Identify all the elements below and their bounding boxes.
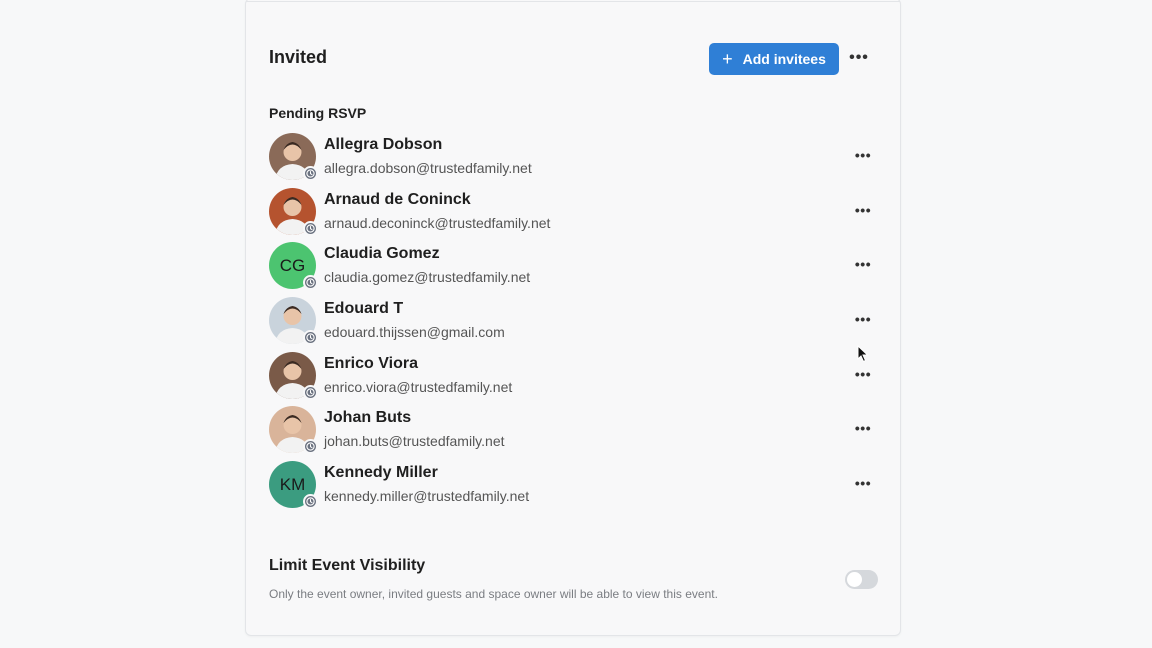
limit-visibility-toggle[interactable] — [845, 570, 878, 589]
clock-icon — [303, 166, 318, 181]
clock-icon — [303, 439, 318, 455]
add-invitees-button[interactable]: + Add invitees — [709, 43, 839, 75]
row-more-options-icon[interactable]: ••• — [853, 366, 873, 382]
invitee-email: claudia.gomez@trustedfamily.net — [324, 269, 531, 286]
invitee-name: Allegra Dobson — [324, 136, 443, 153]
row-more-options-icon[interactable]: ••• — [853, 147, 873, 163]
invitee-row: KM Kennedy Miller kennedy.miller@trustedfa… — [269, 461, 879, 516]
invitee-email: enrico.viora@trustedfamily.net — [324, 378, 513, 395]
invitee-row: Edouard T edouard.thijssen@gmail.com ••• — [269, 297, 879, 352]
toggle-knob — [847, 572, 862, 587]
avatar — [269, 406, 318, 455]
invitee-email: edouard.thijssen@gmail.com — [324, 324, 505, 341]
row-more-options-icon[interactable]: ••• — [853, 475, 873, 491]
avatar: KM — [269, 461, 318, 510]
page-title: Invited — [269, 47, 328, 67]
row-more-options-icon[interactable]: ••• — [853, 202, 873, 218]
pending-rsvp-label: Pending RSVP — [269, 105, 367, 121]
avatar — [269, 351, 318, 400]
invitee-row: CG Claudia Gomez claudia.gomez@trustedfami… — [269, 242, 879, 297]
invitee-name: Claudia Gomez — [324, 245, 440, 263]
plus-icon: + — [722, 49, 733, 69]
more-options-icon[interactable]: ••• — [848, 49, 870, 67]
limit-visibility-description: Only the event owner, invited guests and… — [269, 587, 718, 601]
avatar-initials: KM — [279, 474, 306, 494]
invitee-row: Allegra Dobson allegra.dobson@trustedfami… — [269, 133, 879, 188]
add-invitees-label: Add invitees — [742, 51, 826, 67]
avatar — [269, 133, 318, 181]
row-more-options-icon[interactable]: ••• — [853, 420, 873, 436]
invitee-email: allegra.dobson@trustedfamily.net — [324, 160, 532, 176]
invitee-name: Enrico Viora — [324, 354, 418, 372]
card-top-divider — [246, 0, 900, 2]
avatar: CG — [269, 242, 318, 291]
invitee-email: kennedy.miller@trustedfamily.net — [324, 488, 530, 505]
avatar — [269, 187, 318, 236]
limit-visibility-title: Limit Event Visibility — [269, 557, 426, 574]
invitee-name: Johan Buts — [324, 409, 412, 427]
invitee-list: Allegra Dobson allegra.dobson@trustedfami… — [269, 133, 879, 516]
invitee-name: Arnaud de Coninck — [324, 190, 471, 208]
invitee-name: Edouard T — [324, 300, 404, 318]
row-more-options-icon[interactable]: ••• — [853, 256, 873, 272]
clock-icon — [303, 494, 318, 510]
invited-card: Invited + Add invitees ••• Pending RSVP … — [245, 0, 901, 636]
mouse-cursor-icon — [857, 345, 869, 363]
invitee-name: Kennedy Miller — [324, 464, 438, 482]
avatar — [269, 297, 318, 346]
clock-icon — [303, 384, 318, 400]
invitee-row: Arnaud de Coninck arnaud.deconinck@truste… — [269, 187, 879, 243]
avatar-initials: CG — [279, 255, 306, 275]
invitee-row: Johan Buts johan.buts@trustedfamily.net ••… — [269, 406, 879, 461]
clock-icon — [303, 220, 318, 236]
clock-icon — [303, 330, 318, 346]
invitee-email: arnaud.deconinck@trustedfamily.net — [324, 214, 551, 231]
clock-icon — [303, 275, 318, 291]
invitee-email: johan.buts@trustedfamily.net — [324, 433, 505, 450]
invitee-row: Enrico Viora enrico.viora@trustedfamily.n… — [269, 351, 879, 407]
row-more-options-icon[interactable]: ••• — [853, 311, 873, 327]
